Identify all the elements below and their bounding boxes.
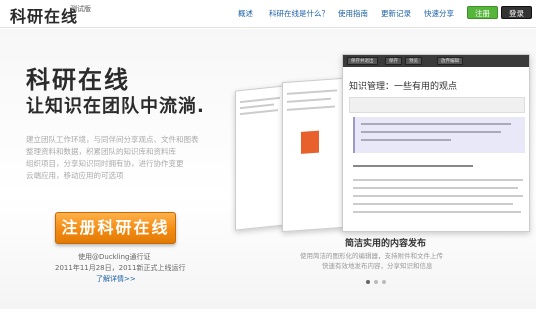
duckling-note: 使用@Duckling通行证 (78, 253, 151, 261)
carousel-dot-3[interactable] (382, 280, 386, 284)
nav-what-is[interactable]: 科研在线是什么？ (269, 8, 329, 19)
editor-toolbar: 保存并退出 保存 预览 放弃编辑 (343, 55, 529, 67)
carousel-dot-1[interactable] (366, 280, 370, 284)
hero-desc-4: 云端应用，移动应用的可选项 (26, 171, 124, 180)
top-header: 科研在线 测试版 概述 科研在线是什么？ 使用指南 更新记录 快速分享 注册 登… (0, 0, 536, 28)
nav-share[interactable]: 快速分享 (424, 8, 454, 19)
doc-preview-back (235, 85, 285, 231)
register-cta-button[interactable]: 注册科研在线 (55, 212, 176, 244)
nav-overview[interactable]: 概述 (238, 8, 253, 19)
save-exit-button: 保存并退出 (347, 57, 378, 65)
hero-desc-2: 整理资料和数据，积累团队的知识库和资料库 (26, 147, 176, 156)
carousel-dot-2[interactable] (374, 280, 378, 284)
ppt-file-icon (301, 130, 319, 154)
launch-note: 2011年11月28日，2011新正式上线运行 (55, 264, 186, 272)
hero-desc-1: 建立团队工作环境，与同伴间分享观点、文件和图表 (26, 135, 199, 144)
save-button: 保存 (385, 57, 402, 65)
preview-button: 预览 (405, 57, 422, 65)
editor-doc-title: 知识管理：一些有用的观点 (349, 82, 458, 92)
feature-title: 简洁实用的内容发布 (345, 239, 427, 249)
discard-button: 放弃编辑 (437, 57, 463, 65)
login-button[interactable]: 登录 (501, 6, 532, 19)
doc-preview-middle (282, 77, 344, 233)
hero-subtitle: 让知识在团队中流淌. (26, 96, 205, 117)
quote-block (353, 117, 525, 153)
nav-guide[interactable]: 使用指南 (338, 8, 368, 19)
format-bar (349, 97, 525, 113)
logo[interactable]: 科研在线 (10, 3, 78, 27)
signup-button[interactable]: 注册 (467, 6, 498, 19)
learn-more-link[interactable]: 了解详情>> (96, 274, 136, 284)
hero-desc-3: 组织项目，分享知识同时拥有协，进行协作变更 (26, 159, 184, 168)
nav-changelog[interactable]: 更新记录 (381, 8, 411, 19)
editor-screenshot: 保存并退出 保存 预览 放弃编辑 知识管理：一些有用的观点 (342, 54, 530, 232)
feature-desc-1: 使用简洁的图形化的编辑器，支持附件和文件上传 (300, 252, 443, 260)
feature-desc-2: 快速有效地发布内容，分享知识和信息 (322, 262, 433, 270)
beta-tag: 测试版 (70, 5, 91, 13)
hero-title: 科研在线 (26, 66, 130, 94)
